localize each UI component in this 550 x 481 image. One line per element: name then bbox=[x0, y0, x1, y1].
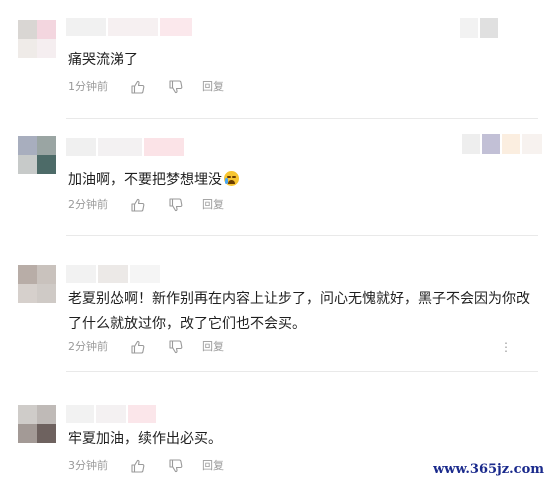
comment-time: 3分钟前 bbox=[68, 459, 108, 472]
comment-text: 加油啊，不要把梦想埋没 bbox=[68, 168, 534, 193]
side-avatar-blurred bbox=[460, 18, 500, 38]
comment-item: 痛哭流涕了 1分钟前 回复 bbox=[0, 0, 550, 118]
thumbs-up-icon[interactable] bbox=[130, 197, 146, 213]
watermark: www.365jz.com bbox=[433, 462, 544, 477]
comment-text: 痛哭流涕了 bbox=[68, 52, 138, 68]
comment-time: 2分钟前 bbox=[68, 198, 108, 211]
comment-text: 牢夏加油，续作出必买。 bbox=[68, 431, 222, 447]
more-vertical-icon[interactable]: ⋮ bbox=[500, 338, 512, 356]
comment-item: 加油啊，不要把梦想埋没 2分钟前 回复 bbox=[0, 118, 550, 235]
thumbs-down-icon[interactable] bbox=[168, 458, 184, 474]
side-avatar-blurred bbox=[462, 134, 544, 154]
comment-time: 2分钟前 bbox=[68, 340, 108, 353]
username-blurred[interactable] bbox=[66, 18, 196, 36]
comment-text: 老夏别怂啊！新作别再在内容上让步了，问心无愧就好，黑子不会因为你改了什么就放过你… bbox=[68, 291, 530, 332]
thumbs-down-icon[interactable] bbox=[168, 339, 184, 355]
reply-button[interactable]: 回复 bbox=[202, 338, 224, 356]
username-blurred[interactable] bbox=[66, 265, 162, 283]
avatar[interactable] bbox=[18, 20, 56, 58]
comment-item: 老夏别怂啊！新作别再在内容上让步了，问心无愧就好，黑子不会因为你改了什么就放过你… bbox=[0, 235, 550, 371]
avatar[interactable] bbox=[18, 136, 56, 174]
comment-time: 1分钟前 bbox=[68, 80, 108, 93]
reply-button[interactable]: 回复 bbox=[202, 457, 224, 475]
thumbs-up-icon[interactable] bbox=[130, 79, 146, 95]
username-blurred[interactable] bbox=[66, 138, 186, 156]
comment-meta: 2分钟前 回复 bbox=[68, 338, 534, 356]
thumbs-down-icon[interactable] bbox=[168, 79, 184, 95]
thumbs-down-icon[interactable] bbox=[168, 197, 184, 213]
thumbs-up-icon[interactable] bbox=[130, 458, 146, 474]
avatar[interactable] bbox=[18, 265, 56, 303]
crying-face-icon bbox=[224, 171, 239, 186]
thumbs-up-icon[interactable] bbox=[130, 339, 146, 355]
reply-button[interactable]: 回复 bbox=[202, 196, 224, 214]
username-blurred[interactable] bbox=[66, 405, 158, 423]
avatar[interactable] bbox=[18, 405, 56, 443]
reply-button[interactable]: 回复 bbox=[202, 78, 224, 96]
